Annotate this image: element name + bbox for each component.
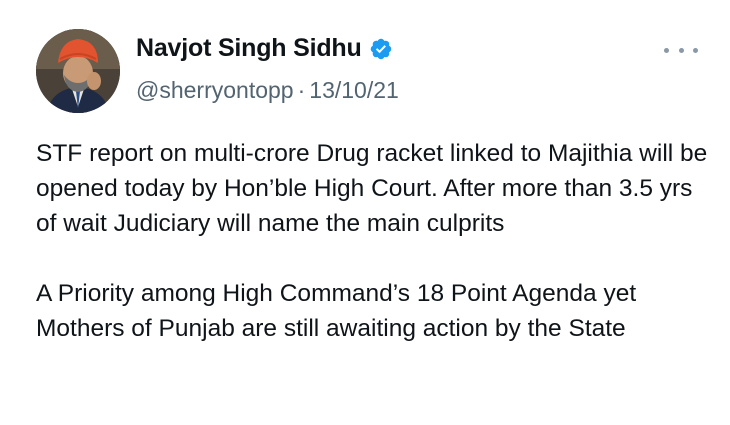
more-options-icon (664, 47, 669, 53)
more-options-icon-dot (678, 47, 684, 53)
more-options-button[interactable] (664, 40, 698, 60)
tweet-date[interactable]: 13/10/21 (309, 77, 399, 104)
avatar[interactable] (36, 29, 120, 113)
more-options-icon-dot (693, 47, 698, 53)
verified-badge-icon (369, 37, 393, 61)
tweet-paragraph: STF report on multi-crore Drug racket li… (36, 140, 708, 237)
meta-separator: · (297, 77, 306, 103)
avatar-image (36, 29, 120, 113)
author-meta-row: @sherryontopp · 13/10/21 (136, 77, 399, 104)
tweet-text: STF report on multi-crore Drug racket li… (36, 136, 712, 346)
author-name-row: Navjot Singh Sidhu (136, 34, 393, 63)
author-display-name[interactable]: Navjot Singh Sidhu (136, 34, 362, 63)
author-handle[interactable]: @sherryontopp (136, 77, 294, 104)
tweet-paragraph: A Priority among High Command’s 18 Point… (36, 280, 637, 342)
